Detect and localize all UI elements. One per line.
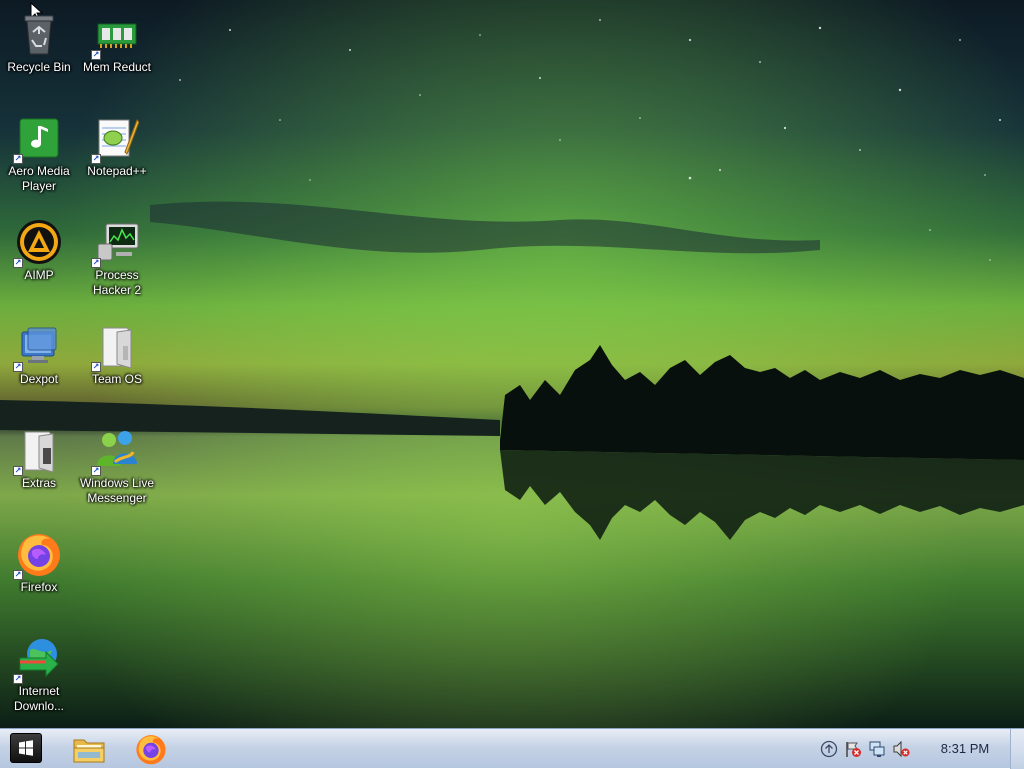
action-center-flag-icon	[846, 742, 861, 757]
desktop-icon-label: Extras	[21, 476, 56, 490]
desktop-icon-label: Recycle Bin	[7, 60, 71, 74]
desktop-icon-label: Notepad++	[87, 164, 147, 178]
folder-icon: ↗	[13, 426, 63, 476]
shortcut-arrow-icon: ↗	[91, 362, 101, 372]
network-icon	[869, 741, 885, 757]
file-explorer-icon	[73, 739, 105, 763]
action-center-button[interactable]	[844, 740, 862, 758]
recycle-bin-icon	[15, 10, 63, 58]
firefox-icon	[136, 735, 166, 765]
taskbar-clock[interactable]: 8:31 PM	[926, 729, 1004, 769]
folder-icon: ↗	[91, 322, 141, 372]
desktop-icon-recycle-bin[interactable]: Recycle Bin	[1, 10, 77, 75]
firefox-icon: ↗	[13, 530, 63, 580]
taskbar: 8:31 PM	[0, 728, 1024, 769]
desktop-icon-label: Process Hacker 2	[92, 268, 142, 297]
desktop-icon-label: AIMP	[24, 268, 54, 282]
aimp-icon: ↗	[13, 218, 63, 268]
desktop-icon-dexpot[interactable]: ↗ Dexpot	[1, 322, 77, 387]
taskbar-file-explorer-button[interactable]	[69, 732, 109, 766]
desktop-icon-notepad-plus-plus[interactable]: ↗ Notepad++	[79, 114, 155, 179]
desktop-icon-label: Windows Live Messenger	[79, 476, 155, 505]
shortcut-arrow-icon: ↗	[13, 570, 23, 580]
dexpot-icon: ↗	[13, 322, 63, 372]
internet-download-manager-icon: ↗	[13, 634, 63, 684]
desktop-icon-windows-live-messenger[interactable]: ↗ Windows Live Messenger	[79, 426, 155, 506]
shortcut-arrow-icon: ↗	[13, 154, 23, 164]
desktop-icon-firefox[interactable]: ↗ Firefox	[1, 530, 77, 595]
desktop-icon-label: Firefox	[20, 580, 58, 594]
system-tray	[820, 729, 910, 769]
shortcut-arrow-icon: ↗	[13, 258, 23, 268]
desktop-icon-team-os[interactable]: ↗ Team OS	[79, 322, 155, 387]
shortcut-arrow-icon: ↗	[91, 154, 101, 164]
music-note-icon: ↗	[13, 114, 63, 164]
start-button[interactable]	[10, 733, 42, 763]
windows-logo-icon	[19, 740, 33, 756]
desktop-icon-extras[interactable]: ↗ Extras	[1, 426, 77, 491]
show-desktop-button[interactable]	[1010, 729, 1024, 769]
show-hidden-icons-icon	[820, 740, 838, 758]
volume-muted-icon	[893, 740, 910, 758]
desktop-icon-aero-media-player[interactable]: ↗ Aero Media Player	[1, 114, 77, 194]
messenger-icon: ↗	[91, 426, 141, 476]
desktop-icon-label: Team OS	[91, 372, 142, 386]
shortcut-arrow-icon: ↗	[91, 466, 101, 476]
shortcut-arrow-icon: ↗	[13, 362, 23, 372]
desktop-icon-label: Dexpot	[19, 372, 59, 386]
shortcut-arrow-icon: ↗	[91, 258, 101, 268]
desktop-icon-internet-download-manager[interactable]: ↗ Internet Downlo...	[1, 634, 77, 714]
shortcut-arrow-icon: ↗	[91, 50, 101, 60]
desktop-icon-label: Aero Media Player	[8, 164, 70, 193]
volume-button[interactable]	[892, 740, 910, 758]
desktop-icon-label: Internet Downlo...	[13, 684, 65, 713]
notepad-plus-plus-icon: ↗	[91, 114, 141, 164]
desktop-icon-label: Mem Reduct	[82, 60, 152, 74]
desktop-icon-aimp[interactable]: ↗ AIMP	[1, 218, 77, 283]
show-hidden-icons-button[interactable]	[820, 740, 838, 758]
desktop-icon-process-hacker[interactable]: ↗ Process Hacker 2	[79, 218, 155, 298]
shortcut-arrow-icon: ↗	[13, 674, 23, 684]
memory-chip-icon: ↗	[91, 10, 141, 60]
desktop-icon-mem-reduct[interactable]: ↗ Mem Reduct	[79, 10, 155, 75]
shortcut-arrow-icon: ↗	[13, 466, 23, 476]
network-button[interactable]	[868, 740, 886, 758]
desktop[interactable]: Recycle Bin ↗ Aero Media Player ↗ AIMP ↗…	[0, 0, 1024, 728]
taskbar-firefox-button[interactable]	[131, 732, 171, 766]
process-hacker-icon: ↗	[91, 218, 141, 268]
